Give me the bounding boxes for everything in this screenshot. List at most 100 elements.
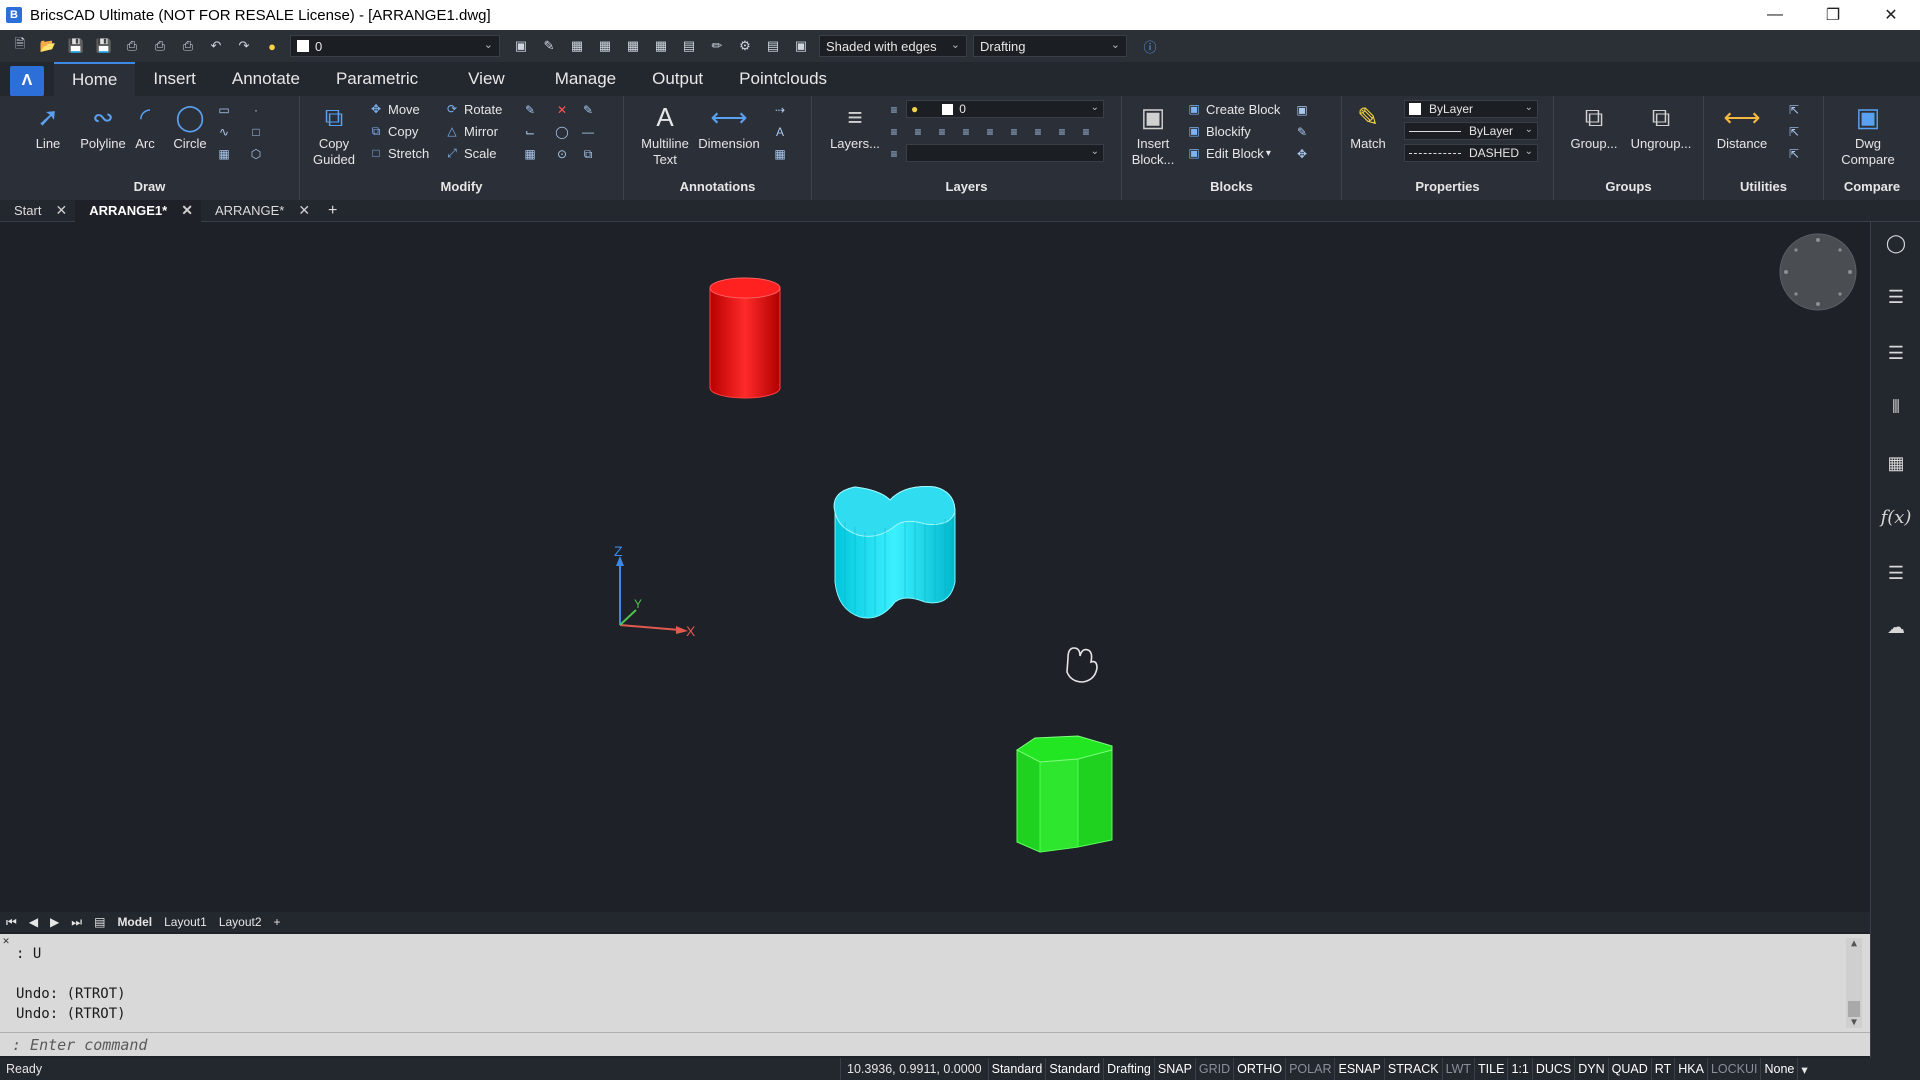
lightbulb-tips-icon[interactable]: ◯ bbox=[1883, 230, 1909, 256]
table-icon[interactable]: ▦ bbox=[772, 146, 788, 162]
application-menu-button[interactable]: Λ bbox=[10, 66, 44, 96]
layer-change-icon[interactable]: ≡ bbox=[886, 146, 902, 162]
tab-insert[interactable]: Insert bbox=[135, 62, 214, 96]
layer-lock-icon[interactable]: ≡ bbox=[1006, 124, 1022, 140]
tab-manage[interactable]: Manage bbox=[537, 62, 634, 96]
move-button[interactable]: ✥ Move bbox=[368, 100, 420, 118]
copy-guided-button[interactable]: ⧉ Copy Guided bbox=[308, 100, 360, 168]
tab-model[interactable]: Model bbox=[111, 915, 158, 929]
next-layout-icon[interactable]: ▶ bbox=[44, 915, 65, 929]
layer-prev-icon[interactable]: ≡ bbox=[886, 124, 902, 140]
match-layer-icon[interactable]: ✎ bbox=[538, 35, 560, 57]
layer-dropdown[interactable]: 0 ⌄ bbox=[290, 35, 500, 57]
create-block-button[interactable]: ▣ Create Block bbox=[1186, 100, 1280, 118]
scroll-thumb[interactable] bbox=[1848, 1001, 1860, 1017]
hatch-pattern-icon[interactable]: ▦ bbox=[1883, 450, 1909, 476]
linetype-dropdown[interactable]: ByLayer ⌄ bbox=[1404, 122, 1538, 140]
layer-state-icon[interactable]: ≡ bbox=[886, 102, 902, 118]
leader-icon[interactable]: ⇢ bbox=[772, 102, 788, 118]
insert-block-button[interactable]: ▣ Insert Block... bbox=[1130, 100, 1176, 168]
scroll-down-icon[interactable]: ▼ bbox=[1846, 1017, 1862, 1028]
redo-icon[interactable]: ↷ bbox=[233, 35, 255, 57]
spline-icon[interactable]: ∿ bbox=[216, 124, 232, 140]
viewport-icon[interactable]: ▣ bbox=[790, 35, 812, 57]
print-preview-icon[interactable]: ⎙ bbox=[149, 35, 171, 57]
command-input[interactable]: : Enter command bbox=[0, 1032, 1870, 1056]
status-toggle-ortho[interactable]: ORTHO bbox=[1233, 1058, 1285, 1080]
layer-off-icon[interactable]: ≡ bbox=[982, 124, 998, 140]
group-button[interactable]: ⧉ Group... bbox=[1564, 100, 1624, 152]
cloud-upload-icon[interactable]: ☁ bbox=[1883, 614, 1909, 640]
layer-iso-icon[interactable]: ≡ bbox=[910, 124, 926, 140]
sliders-icon[interactable]: ☰ bbox=[1883, 284, 1909, 310]
layer-off-icon[interactable]: ▦ bbox=[650, 35, 672, 57]
lineweight-dropdown[interactable]: DASHED ⌄ bbox=[1404, 144, 1538, 162]
status-toggle-lockui[interactable]: LOCKUI bbox=[1706, 1058, 1761, 1080]
prev-layout-icon[interactable]: ◀ bbox=[23, 915, 44, 929]
select-similar-icon[interactable]: ⇱ bbox=[1786, 146, 1802, 162]
text-style-icon[interactable]: A bbox=[772, 124, 788, 140]
doc-tab-start[interactable]: Start ✕ bbox=[0, 200, 75, 222]
status-toggle-standard[interactable]: Standard bbox=[987, 1058, 1046, 1080]
dwg-compare-button[interactable]: ▣ Dwg Compare bbox=[1838, 100, 1898, 168]
navigation-widget[interactable] bbox=[1779, 233, 1857, 311]
polyline-button[interactable]: ∾ Polyline bbox=[72, 100, 134, 152]
workspace-dropdown[interactable]: Drafting ⌄ bbox=[973, 35, 1127, 57]
open-file-icon[interactable]: 📂 bbox=[37, 35, 59, 57]
green-hex-prism[interactable] bbox=[1016, 735, 1113, 853]
command-close-icon[interactable]: ✕ bbox=[0, 934, 12, 1032]
save-icon[interactable]: 💾 bbox=[65, 35, 87, 57]
status-toggle-hka[interactable]: HKA bbox=[1674, 1058, 1707, 1080]
delete-icon[interactable]: ✕ bbox=[554, 102, 570, 118]
layer-unisolate-icon[interactable]: ≡ bbox=[934, 124, 950, 140]
close-icon[interactable]: ✕ bbox=[1862, 0, 1920, 30]
tab-layout2[interactable]: Layout2 bbox=[213, 915, 268, 929]
hatch-icon[interactable]: ▦ bbox=[216, 146, 232, 162]
minimize-icon[interactable]: — bbox=[1746, 0, 1804, 30]
layout-list-icon[interactable]: ▤ bbox=[88, 915, 111, 929]
edit-polyline-icon[interactable]: ✎ bbox=[580, 102, 596, 118]
red-cylinder[interactable] bbox=[709, 277, 781, 399]
layer-freeze-icon[interactable]: ▦ bbox=[622, 35, 644, 57]
point-icon[interactable]: · bbox=[248, 102, 264, 118]
layer-tool-icon[interactable]: ▣ bbox=[510, 35, 532, 57]
structure-tree-icon[interactable]: ☰ bbox=[1883, 560, 1909, 586]
status-toggle-lwt[interactable]: LWT bbox=[1441, 1058, 1474, 1080]
close-icon[interactable]: ✕ bbox=[298, 202, 310, 219]
status-toggle-polar[interactable]: POLAR bbox=[1285, 1058, 1334, 1080]
save-as-icon[interactable]: 💾 bbox=[93, 35, 115, 57]
cyan-extrusion[interactable] bbox=[833, 486, 956, 619]
sheet-icon[interactable]: ▤ bbox=[762, 35, 784, 57]
rectangle-icon[interactable]: ▭ bbox=[216, 102, 232, 118]
layer-dropdown-ribbon[interactable]: ● 0 ⌄ bbox=[906, 100, 1104, 118]
doc-tab-arrange[interactable]: ARRANGE* ✕ bbox=[201, 200, 318, 222]
tab-pointclouds[interactable]: Pointclouds bbox=[721, 62, 845, 96]
layers-button[interactable]: ≡ Layers... bbox=[828, 100, 882, 152]
last-layout-icon[interactable]: ⏭ bbox=[65, 915, 88, 930]
distance-button[interactable]: ⟷ Distance bbox=[1712, 100, 1772, 152]
line-button[interactable]: ➚ Line bbox=[26, 100, 70, 152]
dimension-button[interactable]: ⟷ Dimension bbox=[694, 100, 764, 152]
help-icon[interactable]: ⓘ bbox=[1139, 35, 1161, 57]
layer-secondary-dropdown[interactable]: ⌄ bbox=[906, 144, 1104, 162]
status-toggle-snap[interactable]: SNAP bbox=[1153, 1058, 1195, 1080]
fillet-icon[interactable]: ⌙ bbox=[522, 124, 538, 140]
status-toggle-ducs[interactable]: DUCS bbox=[1531, 1058, 1574, 1080]
status-toggle-standard[interactable]: Standard bbox=[1045, 1058, 1103, 1080]
status-toggle-1-1[interactable]: 1:1 bbox=[1507, 1058, 1531, 1080]
status-toggle-drafting[interactable]: Drafting bbox=[1103, 1058, 1154, 1080]
tab-parametric[interactable]: Parametric bbox=[318, 62, 436, 96]
blockify-button[interactable]: ▣ Blockify bbox=[1186, 122, 1250, 140]
undo-icon[interactable]: ↶ bbox=[205, 35, 227, 57]
scroll-up-icon[interactable]: ▲ bbox=[1846, 938, 1862, 949]
close-icon[interactable]: ✕ bbox=[55, 202, 67, 219]
layer-more-icon[interactable]: ≡ bbox=[1078, 124, 1094, 140]
restore-icon[interactable]: ❐ bbox=[1804, 0, 1862, 30]
new-tab-button[interactable]: + bbox=[318, 200, 347, 222]
status-toggle-esnap[interactable]: ESNAP bbox=[1334, 1058, 1383, 1080]
model-viewport[interactable]: Z Y X bbox=[0, 222, 1870, 912]
coordinates-readout[interactable]: 10.3936, 0.9911, 0.0000 bbox=[840, 1058, 988, 1080]
plot-icon[interactable]: ⎙ bbox=[121, 35, 143, 57]
block-param-icon[interactable]: ✥ bbox=[1294, 146, 1310, 162]
status-toggle-tile[interactable]: TILE bbox=[1474, 1058, 1507, 1080]
